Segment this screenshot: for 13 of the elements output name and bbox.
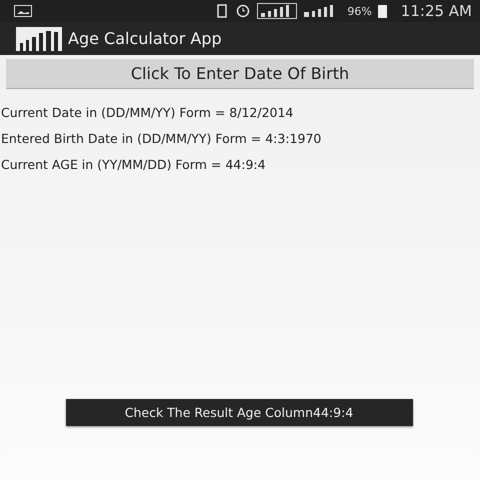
result-text: Current Date in (DD/MM/YY) Form = 8/12/2014 <box>1 104 294 122</box>
app-title: Age Calculator App <box>68 29 222 48</box>
result-text: Current AGE in (YY/MM/DD) Form = 44:9:4 <box>1 156 267 174</box>
result-text: Entered Birth Date in (DD/MM/YY) Form = 4:3:1970 <box>1 130 322 148</box>
picture-icon <box>14 5 32 17</box>
enter-date-button[interactable]: Click To Enter Date Of Birth <box>6 59 474 89</box>
app-logo-icon <box>16 26 62 50</box>
battery-icon <box>378 4 387 18</box>
signal-icon <box>257 3 298 19</box>
alarm-icon <box>235 4 252 18</box>
battery-percent: 96% <box>347 4 372 18</box>
toast-message: Check The Result Age Column44:9:4 <box>66 399 412 426</box>
clock-time: 11:25 AM <box>400 2 472 20</box>
